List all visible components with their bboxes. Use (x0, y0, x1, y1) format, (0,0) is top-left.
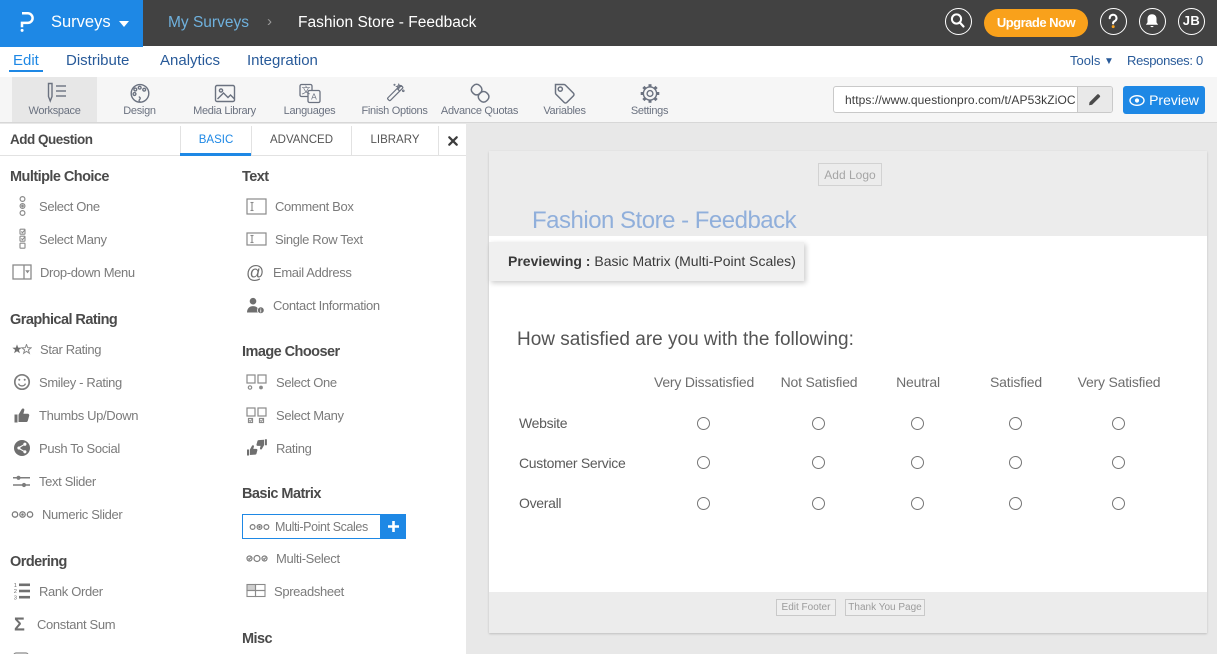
svg-text:Σ: Σ (14, 615, 25, 633)
svg-text:1: 1 (14, 583, 17, 589)
svg-text:3: 3 (14, 595, 17, 600)
svg-text:文: 文 (301, 85, 310, 96)
svg-text:2: 2 (14, 589, 17, 595)
svg-text:A: A (311, 92, 317, 102)
svg-text:@: @ (246, 263, 264, 282)
